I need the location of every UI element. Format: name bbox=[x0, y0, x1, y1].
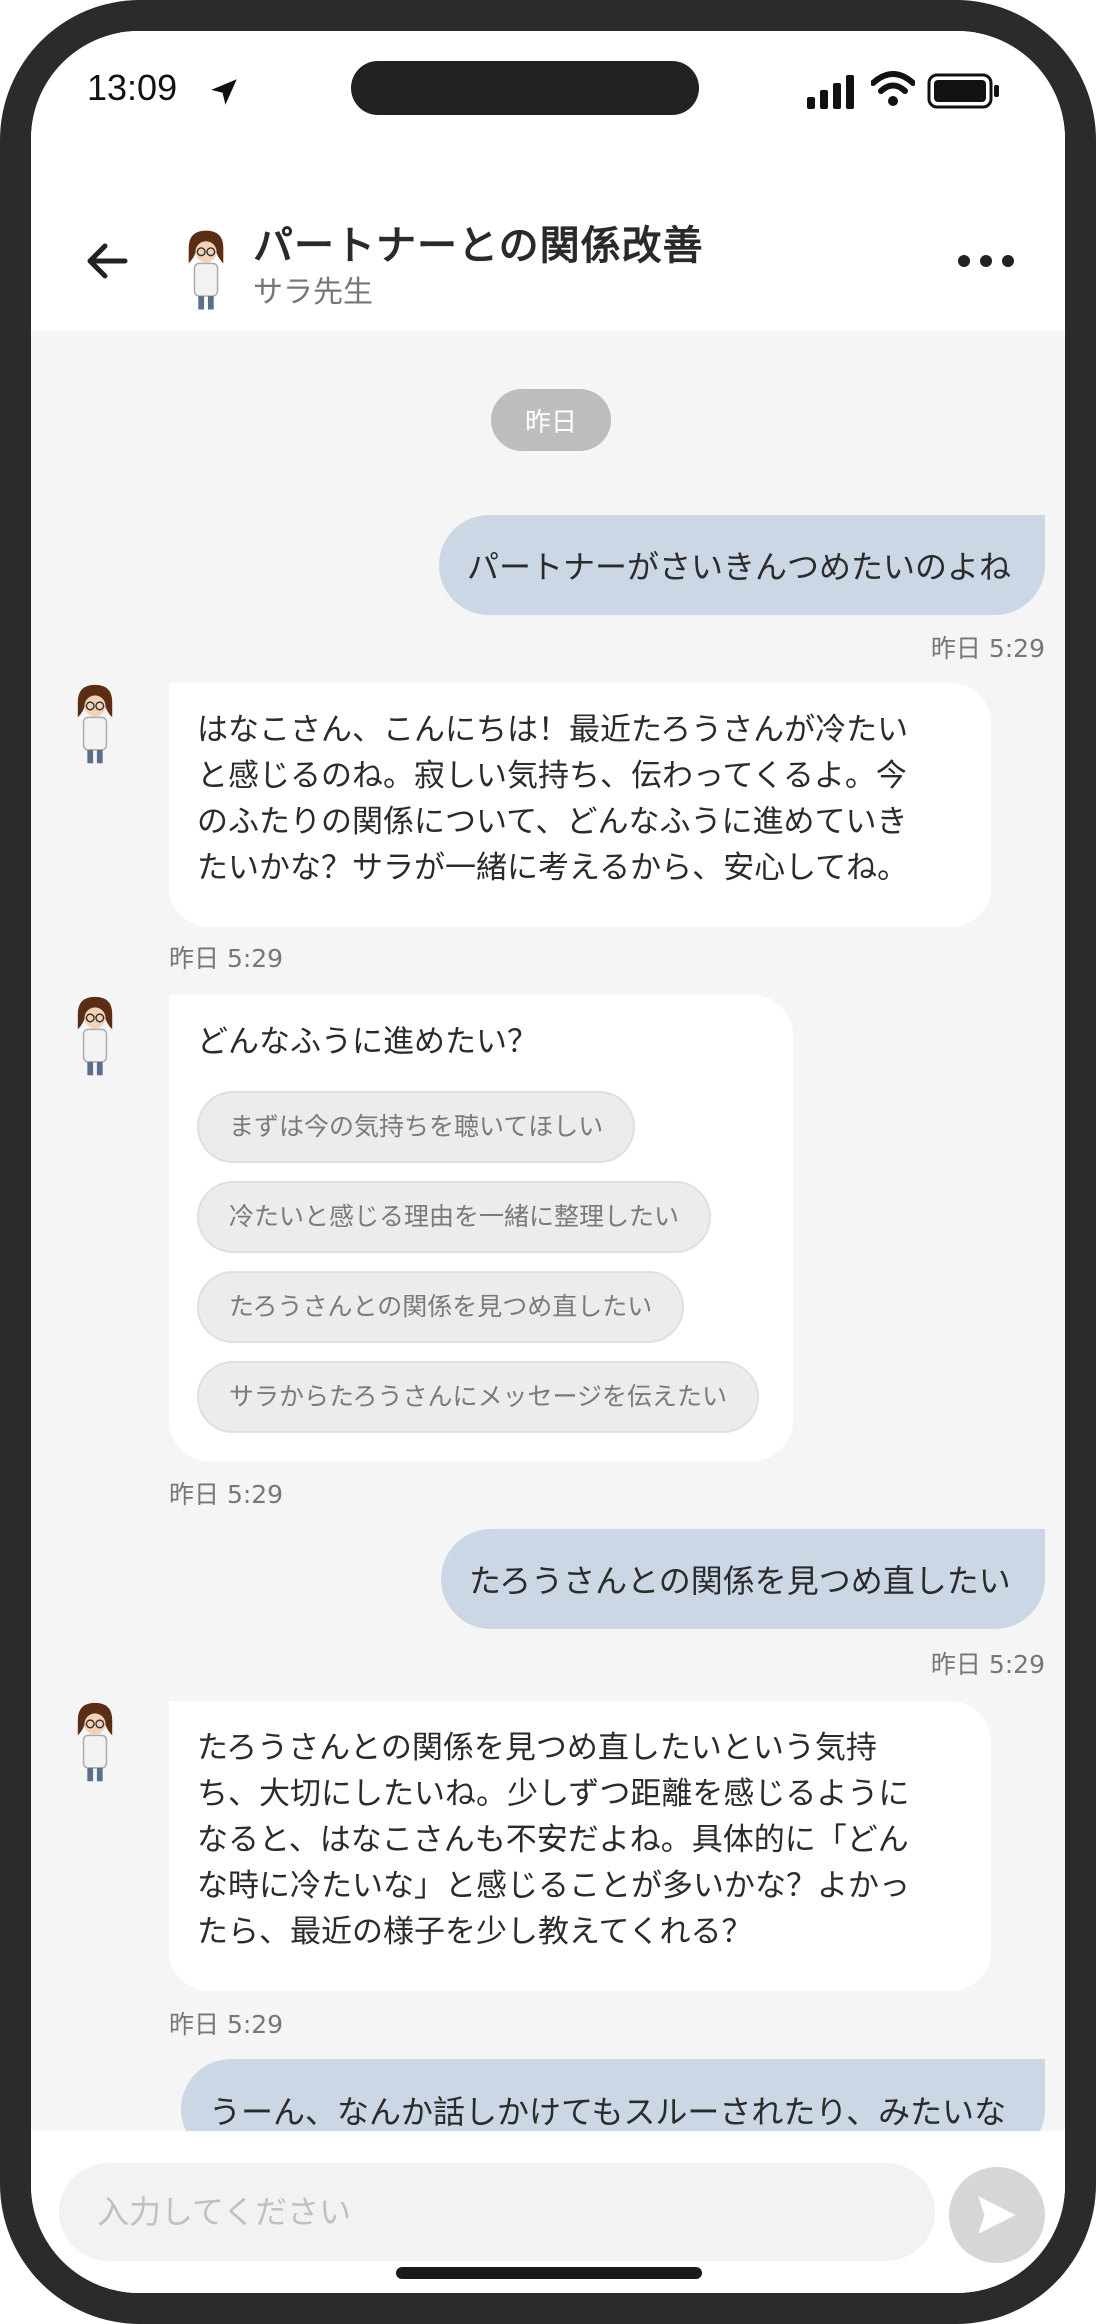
bot-avatar bbox=[77, 684, 113, 764]
battery-icon bbox=[927, 73, 999, 109]
message-line: のふたりの関係について、どんなふうに進めていき bbox=[197, 804, 908, 840]
user-message-bubble: パートナーがさいきんつめたいのよね bbox=[439, 515, 1045, 615]
message-line: な時に冷たいな」と感じることが多いかな？よかっ bbox=[197, 1868, 910, 1904]
chat-area[interactable]: 昨日 パートナーがさいきんつめたいのよね 昨日 5:29 はなこさん、こんにちは… bbox=[31, 331, 1065, 2159]
message-text: パートナーがさいきんつめたいのよね bbox=[467, 548, 1012, 586]
quick-reply-option[interactable]: たろうさんとの関係を見つめ直したい bbox=[197, 1271, 685, 1343]
dynamic-island bbox=[351, 61, 699, 115]
bot-avatar bbox=[77, 1702, 113, 1782]
message-line: はなこさん、こんにちは！最近たろうさんが冷たい bbox=[197, 712, 909, 748]
message-text: どんなふうに進めたい？ bbox=[197, 1024, 538, 1060]
bot-avatar bbox=[77, 996, 113, 1076]
quick-reply-option[interactable]: まずは今の気持ちを聴いてほしい bbox=[197, 1091, 636, 1163]
bot-message-bubble: たろうさんとの関係を見つめ直したいという気持 ち、大切にしたいね。少しずつ距離を… bbox=[169, 1701, 991, 1991]
message-line: たろうさんとの関係を見つめ直したいという気持 bbox=[197, 1730, 877, 1766]
home-indicator[interactable] bbox=[396, 2267, 702, 2279]
message-line: たら、最近の様子を少し教えてくれる？ bbox=[197, 1914, 753, 1950]
bot-message-bubble: はなこさん、こんにちは！最近たろうさんが冷たい と感じるのね。寂しい気持ち、伝わ… bbox=[169, 683, 991, 927]
quick-reply-option[interactable]: サラからたろうさんにメッセージを伝えたい bbox=[197, 1361, 760, 1433]
chat-header: パートナーとの関係改善 サラ先生 bbox=[31, 151, 1065, 331]
arrow-left-icon[interactable] bbox=[79, 233, 135, 289]
quick-reply-option[interactable]: 冷たいと感じる理由を一緒に整理したい bbox=[197, 1181, 712, 1253]
more-horizontal-icon[interactable] bbox=[951, 241, 1021, 281]
date-separator: 昨日 bbox=[491, 389, 611, 451]
message-line: なると、はなこさんも不安だよね。具体的に「どん bbox=[197, 1822, 909, 1858]
message-timestamp: 昨日 5:29 bbox=[930, 1650, 1045, 1679]
screen: 13:09 パートナーとの関係改善 サラ先生 昨日 パートナーがさいきんつめたい… bbox=[31, 31, 1065, 2293]
message-line: たいかな？サラが一緒に考えるから、安心してね。 bbox=[197, 850, 909, 886]
sarah-avatar bbox=[188, 230, 224, 310]
message-timestamp: 昨日 5:29 bbox=[169, 944, 284, 973]
location-arrow-icon bbox=[211, 79, 237, 105]
message-line: と感じるのね。寂しい気持ち、伝わってくるよ。今 bbox=[197, 758, 907, 794]
message-text: たろうさんとの関係を見つめ直したい bbox=[469, 1562, 1011, 1600]
wifi-icon bbox=[871, 71, 915, 106]
phone-frame: 13:09 パートナーとの関係改善 サラ先生 昨日 パートナーがさいきんつめたい… bbox=[0, 0, 1096, 2324]
send-icon bbox=[978, 2196, 1016, 2234]
counselor-name: サラ先生 bbox=[253, 275, 373, 310]
message-timestamp: 昨日 5:29 bbox=[169, 2010, 284, 2039]
conversation-title: パートナーとの関係改善 bbox=[253, 223, 704, 269]
message-timestamp: 昨日 5:29 bbox=[930, 634, 1045, 663]
signal-icon bbox=[807, 75, 854, 109]
message-input[interactable] bbox=[59, 2163, 935, 2261]
status-bar: 13:09 bbox=[31, 31, 1065, 151]
message-text: うーん、なんか話しかけてもスルーされたり、みたいな bbox=[209, 2093, 1007, 2131]
message-timestamp: 昨日 5:29 bbox=[169, 1480, 284, 1509]
status-time: 13:09 bbox=[87, 67, 178, 108]
send-button[interactable] bbox=[949, 2167, 1045, 2263]
bot-question-bubble: どんなふうに進めたい？ まずは今の気持ちを聴いてほしい 冷たいと感じる理由を一緒… bbox=[169, 995, 793, 1461]
user-message-bubble: たろうさんとの関係を見つめ直したい bbox=[441, 1529, 1045, 1629]
message-line: ち、大切にしたいね。少しずつ距離を感じるように bbox=[197, 1776, 910, 1812]
